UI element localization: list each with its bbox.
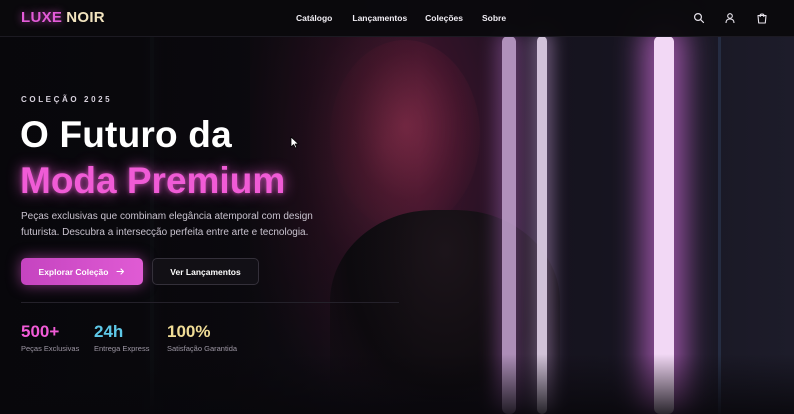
user-icon[interactable] — [724, 12, 736, 24]
site-logo[interactable]: LUXE NOIR — [21, 9, 105, 26]
stat-exclusive-pieces: 500+ Peças Exclusivas — [21, 322, 79, 353]
hero-title-line1: O Futuro da — [20, 114, 232, 155]
stat-value: 500+ — [21, 322, 60, 341]
collection-eyebrow: COLEÇÃO 2025 — [21, 95, 113, 104]
explore-collection-button[interactable]: Explorar Coleção — [21, 258, 143, 285]
hero-description: Peças exclusivas que combinam elegância … — [21, 209, 341, 241]
stat-express-delivery: 24h Entrega Express — [94, 322, 149, 353]
view-launches-label: Ver Lançamentos — [170, 266, 241, 277]
stats-divider — [21, 302, 399, 303]
mouse-cursor-icon — [290, 136, 299, 149]
background-overlay-bottom — [0, 354, 794, 414]
nav-item-sobre[interactable]: Sobre — [482, 13, 506, 23]
stat-label: Entrega Express — [94, 344, 150, 353]
nav-item-lancamentos[interactable]: Lançamentos — [352, 13, 407, 23]
stat-label: Peças Exclusivas — [21, 344, 80, 353]
stat-value: 24h — [94, 322, 124, 341]
shopping-bag-icon[interactable] — [756, 12, 768, 24]
hero-description-line2: futurista. Descubra a intersecção perfei… — [21, 227, 309, 238]
hero-description-line1: Peças exclusivas que combinam elegância … — [21, 211, 313, 222]
view-launches-button[interactable]: Ver Lançamentos — [152, 258, 259, 285]
explore-collection-label: Explorar Coleção — [38, 266, 109, 277]
nav-item-catalogo[interactable]: Catálogo — [296, 13, 332, 23]
stat-label: Satisfação Garantida — [167, 344, 238, 353]
search-icon[interactable] — [693, 12, 705, 24]
hero-title-line2: Moda Premium — [20, 160, 286, 201]
main-nav: Catálogo Lançamentos Coleções Sobre — [296, 13, 506, 23]
stat-value: 100% — [167, 322, 211, 341]
logo-text-noir: NOIR — [66, 9, 105, 26]
stat-satisfaction: 100% Satisfação Garantida — [167, 322, 237, 353]
logo-text-luxe: LUXE — [21, 9, 63, 26]
nav-item-colecoes[interactable]: Coleções — [425, 13, 463, 23]
site-header: LUXE NOIR Catálogo Lançamentos Coleções S… — [0, 0, 794, 37]
arrow-right-icon — [116, 267, 125, 276]
